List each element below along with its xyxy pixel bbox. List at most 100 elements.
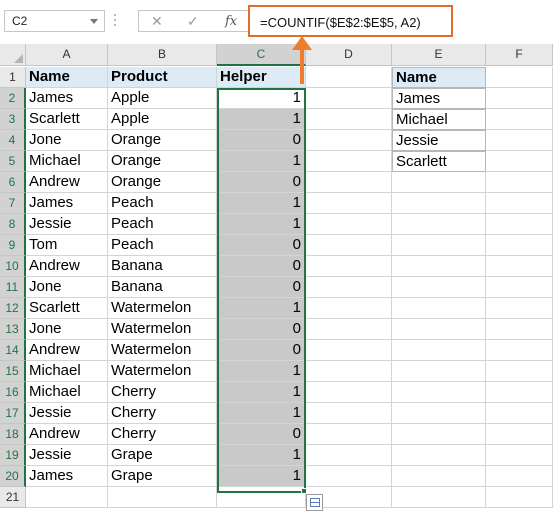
row-header-8[interactable]: 8 (0, 214, 26, 235)
cell-b18[interactable]: Cherry (108, 424, 217, 445)
cell-d2[interactable] (306, 88, 392, 109)
row-header-1[interactable]: 1 (0, 67, 26, 88)
row-header-18[interactable]: 18 (0, 424, 26, 445)
cell-a5[interactable]: Michael (26, 151, 108, 172)
cell-f14[interactable] (486, 340, 553, 361)
cancel-icon[interactable]: ✕ (151, 13, 163, 30)
cell-a11[interactable]: Jone (26, 277, 108, 298)
cell-d9[interactable] (306, 235, 392, 256)
formula-input[interactable]: =COUNTIF($E$2:$E$5, A2) (248, 5, 453, 37)
row-header-3[interactable]: 3 (0, 109, 26, 130)
cell-c1[interactable]: Helper (217, 67, 306, 88)
cell-e1[interactable]: Name (392, 67, 486, 88)
select-all-corner[interactable] (0, 44, 26, 66)
column-header-a[interactable]: A (26, 44, 108, 66)
cell-f3[interactable] (486, 109, 553, 130)
row-header-16[interactable]: 16 (0, 382, 26, 403)
row-header-11[interactable]: 11 (0, 277, 26, 298)
cell-b21[interactable] (108, 487, 217, 508)
row-header-21[interactable]: 21 (0, 487, 26, 508)
cell-e18[interactable] (392, 424, 486, 445)
cell-f6[interactable] (486, 172, 553, 193)
row-header-13[interactable]: 13 (0, 319, 26, 340)
name-box[interactable]: C2 (4, 10, 105, 32)
cell-d19[interactable] (306, 445, 392, 466)
row-header-9[interactable]: 9 (0, 235, 26, 256)
cell-c15[interactable]: 1 (217, 361, 306, 382)
cell-c13[interactable]: 0 (217, 319, 306, 340)
cell-b11[interactable]: Banana (108, 277, 217, 298)
row-header-14[interactable]: 14 (0, 340, 26, 361)
cell-d12[interactable] (306, 298, 392, 319)
cell-a20[interactable]: James (26, 466, 108, 487)
row-header-5[interactable]: 5 (0, 151, 26, 172)
cell-b13[interactable]: Watermelon (108, 319, 217, 340)
cell-f11[interactable] (486, 277, 553, 298)
cell-a15[interactable]: Michael (26, 361, 108, 382)
cell-c14[interactable]: 0 (217, 340, 306, 361)
cell-a10[interactable]: Andrew (26, 256, 108, 277)
cell-e10[interactable] (392, 256, 486, 277)
cell-a17[interactable]: Jessie (26, 403, 108, 424)
column-header-d[interactable]: D (306, 44, 392, 66)
cell-d1[interactable] (306, 67, 392, 88)
quick-analysis-button[interactable] (306, 494, 323, 511)
cell-c16[interactable]: 1 (217, 382, 306, 403)
cell-e5[interactable]: Scarlett (392, 151, 486, 172)
row-header-19[interactable]: 19 (0, 445, 26, 466)
cell-d7[interactable] (306, 193, 392, 214)
column-header-f[interactable]: F (486, 44, 553, 66)
cell-d16[interactable] (306, 382, 392, 403)
cell-c2[interactable]: 1 (217, 88, 306, 109)
cell-e17[interactable] (392, 403, 486, 424)
column-header-e[interactable]: E (392, 44, 486, 66)
cell-b4[interactable]: Orange (108, 130, 217, 151)
cell-a1[interactable]: Name (26, 67, 108, 88)
cell-b15[interactable]: Watermelon (108, 361, 217, 382)
cell-e20[interactable] (392, 466, 486, 487)
cell-a6[interactable]: Andrew (26, 172, 108, 193)
cell-f20[interactable] (486, 466, 553, 487)
row-header-6[interactable]: 6 (0, 172, 26, 193)
cell-d13[interactable] (306, 319, 392, 340)
cell-b17[interactable]: Cherry (108, 403, 217, 424)
cell-e19[interactable] (392, 445, 486, 466)
cell-b10[interactable]: Banana (108, 256, 217, 277)
cell-e7[interactable] (392, 193, 486, 214)
cell-c20[interactable]: 1 (217, 466, 306, 487)
cell-d14[interactable] (306, 340, 392, 361)
cell-f16[interactable] (486, 382, 553, 403)
cell-d5[interactable] (306, 151, 392, 172)
cell-d17[interactable] (306, 403, 392, 424)
cell-d20[interactable] (306, 466, 392, 487)
cell-c10[interactable]: 0 (217, 256, 306, 277)
cell-c5[interactable]: 1 (217, 151, 306, 172)
cell-b16[interactable]: Cherry (108, 382, 217, 403)
cell-e2[interactable]: James (392, 88, 486, 109)
insert-function-icon[interactable]: fx (225, 14, 237, 29)
cell-b14[interactable]: Watermelon (108, 340, 217, 361)
cell-a14[interactable]: Andrew (26, 340, 108, 361)
cell-e4[interactable]: Jessie (392, 130, 486, 151)
formula-bar-grip-icon[interactable] (114, 12, 116, 30)
cell-c9[interactable]: 0 (217, 235, 306, 256)
cell-e12[interactable] (392, 298, 486, 319)
cell-c17[interactable]: 1 (217, 403, 306, 424)
cell-a4[interactable]: Jone (26, 130, 108, 151)
cell-c7[interactable]: 1 (217, 193, 306, 214)
cell-f17[interactable] (486, 403, 553, 424)
cell-a12[interactable]: Scarlett (26, 298, 108, 319)
cell-d6[interactable] (306, 172, 392, 193)
cell-e9[interactable] (392, 235, 486, 256)
cell-f13[interactable] (486, 319, 553, 340)
cell-e11[interactable] (392, 277, 486, 298)
cell-f15[interactable] (486, 361, 553, 382)
cell-c19[interactable]: 1 (217, 445, 306, 466)
cell-f12[interactable] (486, 298, 553, 319)
cell-c3[interactable]: 1 (217, 109, 306, 130)
cell-e16[interactable] (392, 382, 486, 403)
cell-a2[interactable]: James (26, 88, 108, 109)
row-header-12[interactable]: 12 (0, 298, 26, 319)
cell-a9[interactable]: Tom (26, 235, 108, 256)
cell-b8[interactable]: Peach (108, 214, 217, 235)
